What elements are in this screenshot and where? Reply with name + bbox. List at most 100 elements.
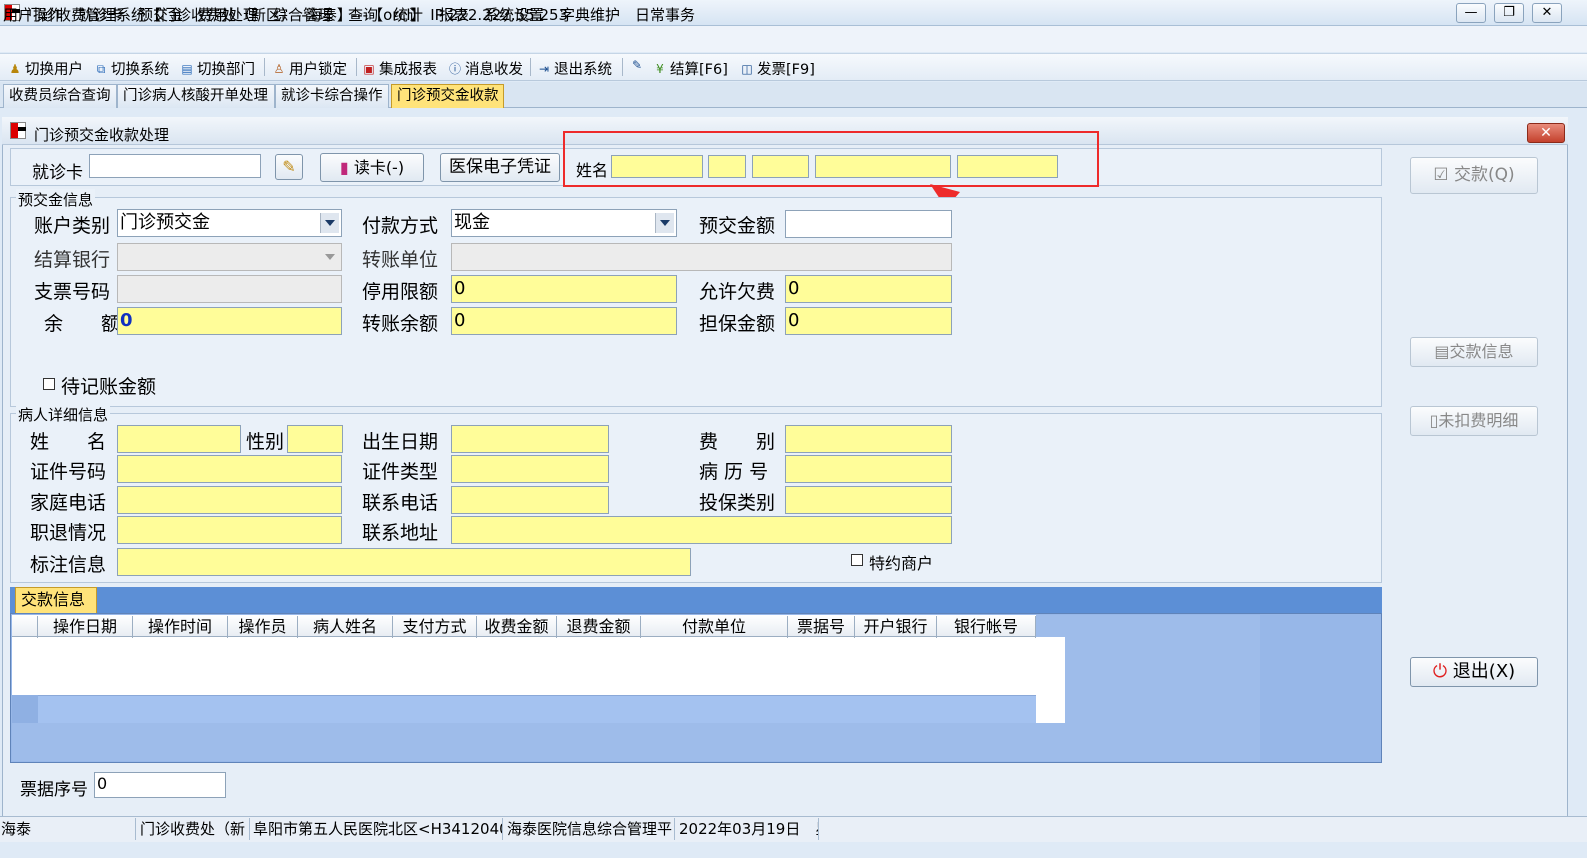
- list-icon: ▤: [1434, 342, 1450, 361]
- exit-button[interactable]: ⏻ 退出(X): [1410, 657, 1538, 687]
- restore-button[interactable]: ❐: [1494, 3, 1524, 23]
- menu-user-ops[interactable]: 用户操作: [3, 4, 63, 25]
- read-card-button[interactable]: ▮ 读卡(-): [320, 153, 424, 182]
- tb-reports[interactable]: ▣ 集成报表: [362, 58, 437, 79]
- form-title: 门诊预交金收款处理: [34, 126, 170, 144]
- gender-label: 性别: [246, 431, 285, 453]
- tb-invoice[interactable]: ◫ 发票[F9]: [740, 58, 815, 79]
- col-bank-account[interactable]: 银行帐号: [937, 616, 1036, 638]
- pending-amount-label: 待记账金额: [61, 376, 157, 398]
- menu-query[interactable]: 查询: [348, 4, 378, 25]
- col-receipt-no[interactable]: 票据号: [788, 616, 855, 638]
- col-operator[interactable]: 操作员: [228, 616, 298, 638]
- bank-label: 结算银行: [34, 249, 111, 271]
- grid-body: [12, 637, 1065, 695]
- amount-input[interactable]: [785, 210, 952, 238]
- amount-label: 预交金额: [699, 215, 776, 237]
- menu-settings[interactable]: 系统设置: [484, 4, 544, 25]
- record-no-field: [785, 455, 952, 483]
- status-platform: 海泰医院信息综合管理平: [507, 818, 675, 840]
- tb-switch-user[interactable]: ♟ 切换用户: [8, 58, 83, 79]
- col-refund[interactable]: 退费金额: [557, 616, 641, 638]
- status-dept: 门诊收费处（新: [140, 818, 250, 840]
- grid-corner: [12, 616, 38, 638]
- menu-card[interactable]: 就诊卡: [78, 4, 123, 25]
- menu-general[interactable]: 综合管理: [273, 4, 333, 25]
- tb-settle[interactable]: ¥ 结算[F6]: [653, 58, 728, 79]
- tab-card-ops[interactable]: 就诊卡综合操作: [275, 84, 389, 108]
- card-input[interactable]: [89, 154, 261, 178]
- special-merchant-checkbox[interactable]: [851, 554, 863, 566]
- menu-report[interactable]: 报表: [439, 4, 469, 25]
- insure-type-field: [785, 486, 952, 514]
- col-op-time[interactable]: 操作时间: [133, 616, 228, 638]
- card-reader-icon: ▮: [339, 158, 349, 177]
- remark-label: 标注信息: [30, 554, 107, 576]
- fee-type-field: [785, 425, 952, 453]
- pending-amount-checkbox[interactable]: [43, 378, 55, 390]
- check-icon: ☑: [1433, 165, 1449, 185]
- close-window-button[interactable]: ✕: [1532, 3, 1562, 23]
- tb-exit-system[interactable]: ⇥ 退出系统: [537, 58, 612, 79]
- allow-arrears-field: 0: [785, 275, 952, 303]
- tab-pay-info[interactable]: 交款信息: [15, 587, 97, 613]
- transfer-unit-label: 转账单位: [362, 249, 439, 271]
- tb-switch-dept[interactable]: ▤ 切换部门: [180, 58, 255, 79]
- broom-icon: ✎: [282, 157, 296, 176]
- retire-field: [117, 516, 342, 544]
- pay-button[interactable]: ☑ 交款(Q): [1410, 157, 1538, 194]
- fee-type-label: 费 别: [699, 431, 776, 453]
- broom-button[interactable]: ✎: [275, 154, 303, 180]
- menu-fee[interactable]: 费用处理: [198, 4, 258, 25]
- menu-dictionary[interactable]: 字典维护: [560, 4, 620, 25]
- tb-switch-system[interactable]: ⧉ 切换系统: [94, 58, 169, 79]
- tb-separator: [530, 58, 531, 76]
- col-patient-name[interactable]: 病人姓名: [298, 616, 393, 638]
- chevron-down-icon: [655, 213, 674, 233]
- col-payer-unit[interactable]: 付款单位: [641, 616, 788, 638]
- col-pay-method[interactable]: 支付方式: [393, 616, 477, 638]
- tab-prepay-receive[interactable]: 门诊预交金收款: [391, 84, 504, 108]
- remark-field: [117, 548, 691, 576]
- guarantee-label: 担保金额: [699, 313, 776, 335]
- col-op-date[interactable]: 操作日期: [38, 616, 133, 638]
- tb-lock-user[interactable]: ♙ 用户锁定: [272, 58, 347, 79]
- tab-nucleic-order[interactable]: 门诊病人核酸开单处理: [117, 84, 275, 108]
- tb-edit[interactable]: ✎: [630, 58, 647, 72]
- id-type-field: [451, 455, 609, 483]
- patient-group-label: 病人详细信息: [16, 404, 111, 425]
- minimize-button[interactable]: —: [1456, 3, 1486, 23]
- grid-selected-row[interactable]: [12, 695, 1036, 723]
- id-type-label: 证件类型: [362, 461, 439, 483]
- info-icon: ⓘ: [448, 61, 461, 76]
- tab-cashier-query[interactable]: 收费员综合查询: [3, 84, 117, 108]
- menu-bar: [0, 26, 1587, 52]
- insurance-voucher-button[interactable]: 医保电子凭证: [440, 153, 560, 182]
- receipt-label: 票据序号: [20, 780, 88, 800]
- balance-label: 余 额: [44, 313, 121, 335]
- account-type-label: 账户类别: [34, 215, 111, 237]
- form-close-button[interactable]: ✕: [1527, 123, 1565, 143]
- insure-type-label: 投保类别: [699, 492, 776, 514]
- patient-name-field: [117, 425, 241, 453]
- col-bank[interactable]: 开户银行: [855, 616, 937, 638]
- pay-method-select[interactable]: 现金: [451, 209, 677, 237]
- bank-select: [117, 243, 342, 271]
- id-no-field: [117, 455, 342, 483]
- tb-separator: [264, 58, 265, 76]
- transfer-unit-input: [451, 243, 952, 271]
- menu-stats[interactable]: 统计: [393, 4, 423, 25]
- tb-separator: [622, 58, 623, 76]
- receipt-input[interactable]: 0: [94, 772, 226, 798]
- pay-info-button[interactable]: ▤交款信息: [1410, 337, 1538, 367]
- unpaid-detail-button[interactable]: ▯未扣费明细: [1410, 406, 1538, 436]
- grid-tab-strip: [10, 587, 1382, 613]
- menu-prepay[interactable]: 预交金: [138, 4, 183, 25]
- menu-daily[interactable]: 日常事务: [635, 4, 695, 25]
- col-charge[interactable]: 收费金额: [477, 616, 557, 638]
- address-field: [451, 516, 952, 544]
- account-type-select[interactable]: 门诊预交金: [117, 209, 342, 237]
- tb-messages[interactable]: ⓘ 消息收发: [448, 58, 523, 79]
- stop-limit-label: 停用限额: [362, 281, 439, 303]
- check-no-label: 支票号码: [34, 281, 111, 303]
